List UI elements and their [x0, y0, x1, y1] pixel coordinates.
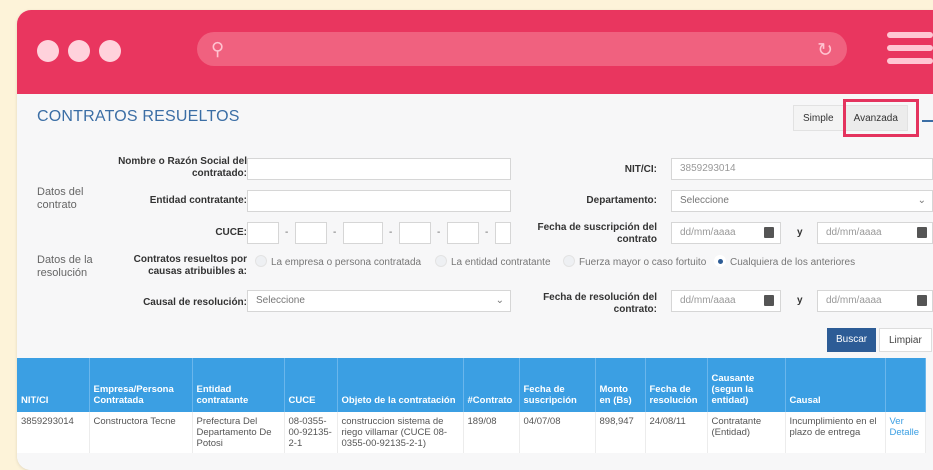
radio-circle [255, 255, 267, 267]
date-range-y: y [797, 227, 803, 238]
cuce-input-5[interactable] [447, 222, 479, 244]
col-fecha-resolucion[interactable]: Fecha de resolución [645, 358, 708, 412]
cuce-label: CUCE: [215, 227, 247, 238]
chevron-down-icon: ⌄ [917, 195, 926, 206]
razon-social-label: Nombre o Razón Social del contratado: [118, 156, 247, 179]
entidad-input[interactable] [247, 190, 511, 212]
departamento-select[interactable]: Seleccione ⌄ [671, 190, 933, 212]
cell-causal: Incumplimiento en el plazo de entrega [785, 412, 886, 453]
entidad-label: Entidad contratante: [149, 195, 247, 206]
cell-objeto: construccion sistema de riego villamar (… [337, 412, 464, 453]
cell-fecha-suscripcion: 04/07/08 [519, 412, 596, 453]
cell-monto: 898,947 [595, 412, 646, 453]
col-objeto[interactable]: Objeto de la contratación [337, 358, 464, 412]
calendar-icon[interactable] [764, 227, 774, 238]
causal-value: Seleccione [256, 295, 305, 306]
chevron-down-icon: ⌄ [495, 295, 504, 306]
cell-causante: Contratante (Entidad) [707, 412, 786, 453]
cell-fecha-resolucion: 24/08/11 [645, 412, 708, 453]
section-label-resolution: Datos de la resolución [37, 254, 93, 279]
col-empresa[interactable]: Empresa/Persona Contratada [89, 358, 193, 412]
cuce-separator: - [389, 227, 393, 238]
ver-detalle-link[interactable]: Ver Detalle [885, 412, 926, 453]
nit-label: NIT/CI: [624, 164, 657, 175]
cuce-separator: - [437, 227, 441, 238]
atribuibles-label: Contratos resueltos por causas atribuibl… [133, 254, 247, 277]
fecha-suscripcion-to[interactable]: dd/mm/aaaa [817, 222, 933, 244]
table-header-row: NIT/CI Empresa/Persona Contratada Entida… [17, 358, 926, 412]
page-title: CONTRATOS RESUELTOS [37, 108, 240, 125]
col-fecha-suscripcion[interactable]: Fecha de suscripción [519, 358, 596, 412]
buscar-button[interactable]: Buscar [827, 328, 877, 352]
cuce-separator: - [285, 227, 289, 238]
highlight-box [843, 99, 919, 137]
radio-label: La empresa o persona contratada [271, 257, 422, 268]
radio-entidad[interactable]: La entidad contratante [435, 255, 551, 268]
browser-toolbar: ⚲ ↻ [17, 10, 933, 94]
causal-select[interactable]: Seleccione ⌄ [247, 290, 511, 312]
tab-simple[interactable]: Simple [793, 105, 844, 131]
cuce-input-4[interactable] [399, 222, 431, 244]
section-label-contract: Datos del contrato [37, 186, 84, 211]
departamento-label: Departamento: [586, 195, 657, 206]
radio-fuerza-mayor[interactable]: Fuerza mayor o caso fortuito [563, 255, 706, 268]
cuce-input-6[interactable] [495, 222, 511, 244]
table-row[interactable]: 3859293014 Constructora Tecne Prefectura… [17, 412, 926, 453]
col-entidad[interactable]: Entidad contratante [192, 358, 285, 412]
window-close-dot[interactable] [37, 40, 59, 62]
col-contrato[interactable]: #Contrato [463, 358, 520, 412]
browser-window: ⚲ ↻ CONTRATOS RESUELTOS Simple Avanzada … [17, 10, 933, 470]
razon-social-input[interactable] [247, 158, 511, 180]
col-nit[interactable]: NIT/CI [17, 358, 90, 412]
col-causal[interactable]: Causal [785, 358, 886, 412]
radio-circle [563, 255, 575, 267]
radio-label: Cualquiera de los anteriores [730, 257, 856, 268]
fecha-resolucion-label: Fecha de resolución del contrato: [543, 292, 657, 315]
radio-circle-selected [714, 255, 726, 267]
cuce-input-2[interactable] [295, 222, 327, 244]
collapse-icon[interactable] [922, 120, 933, 122]
fecha-resolucion-to[interactable]: dd/mm/aaaa [817, 290, 933, 312]
cell-cuce: 08-0355-00-92135-2-1 [284, 412, 338, 453]
col-monto[interactable]: Monto en (Bs) [595, 358, 646, 412]
calendar-icon[interactable] [917, 227, 927, 238]
radio-label: Fuerza mayor o caso fortuito [579, 257, 707, 268]
cuce-input-1[interactable] [247, 222, 279, 244]
causal-label: Causal de resolución: [143, 297, 247, 308]
radio-contratada[interactable]: La empresa o persona contratada [255, 255, 421, 268]
search-icon: ⚲ [211, 39, 225, 59]
radio-cualquiera[interactable]: Cualquiera de los anteriores [714, 255, 855, 268]
cell-contrato: 189/08 [463, 412, 520, 453]
cuce-separator: - [333, 227, 337, 238]
fecha-suscripcion-label: Fecha de suscripción del contrato [537, 222, 657, 245]
limpiar-button[interactable]: Limpiar [879, 328, 932, 352]
departamento-value: Seleccione [680, 195, 729, 206]
nit-input[interactable]: 3859293014 [671, 158, 933, 180]
cuce-separator: - [485, 227, 489, 238]
page-content: CONTRATOS RESUELTOS Simple Avanzada Dato… [17, 94, 933, 470]
col-action [885, 358, 926, 412]
cell-nit: 3859293014 [17, 412, 90, 453]
cell-entidad: Prefectura Del Departamento De Potosi [192, 412, 285, 453]
radio-label: La entidad contratante [451, 257, 551, 268]
hamburger-menu-icon[interactable] [887, 32, 933, 71]
cell-empresa: Constructora Tecne [89, 412, 193, 453]
results-table: NIT/CI Empresa/Persona Contratada Entida… [17, 358, 926, 453]
window-minimize-dot[interactable] [68, 40, 90, 62]
window-maximize-dot[interactable] [99, 40, 121, 62]
cuce-input-3[interactable] [343, 222, 383, 244]
calendar-icon[interactable] [917, 295, 927, 306]
radio-circle [435, 255, 447, 267]
reload-icon[interactable]: ↻ [817, 39, 833, 62]
col-cuce[interactable]: CUCE [284, 358, 338, 412]
address-bar[interactable]: ⚲ ↻ [197, 32, 847, 66]
date-range-y: y [797, 295, 803, 306]
col-causante[interactable]: Causante (segun la entidad) [707, 358, 786, 412]
calendar-icon[interactable] [764, 295, 774, 306]
